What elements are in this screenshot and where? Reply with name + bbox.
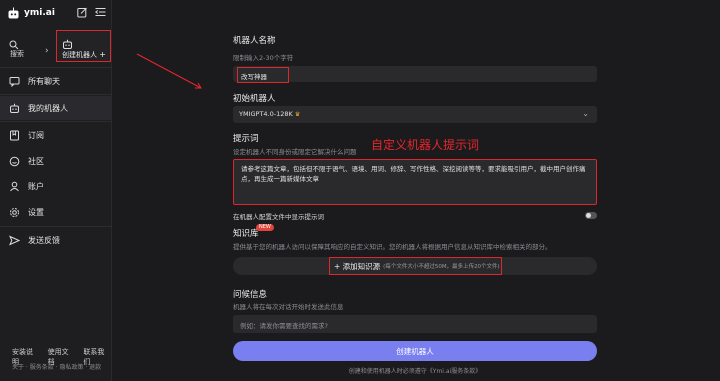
bot-name-title: 机器人名称: [233, 36, 276, 46]
add-knowledge-button[interactable]: + 添加知识源 (每个文件大小不超过50M，最多上传20个文件): [329, 257, 502, 275]
add-knowledge-label: + 添加知识源: [334, 261, 381, 271]
sidebar-item-label: 订阅: [28, 130, 44, 140]
init-bot-title: 初始机器人: [233, 94, 276, 104]
sidebar-item-all-chats[interactable]: 所有聊天: [0, 69, 112, 93]
new-chat-icon[interactable]: [75, 5, 89, 19]
greeting-placeholder: 例如：请发你需要查找的需求?: [240, 322, 328, 330]
create-bot-label: 创建机器人: [62, 51, 97, 59]
add-knowledge-sub: (每个文件大小不超过50M，最多上传20个文件): [383, 264, 500, 270]
sidebar-item-label: 社区: [28, 156, 44, 166]
divider: [0, 94, 112, 95]
sidebar-item-subscribe[interactable]: 订阅: [0, 123, 112, 147]
prompt-title: 提示词: [233, 134, 259, 144]
sidebar-item-label: 设置: [28, 207, 44, 217]
create-bot-button[interactable]: 创建机器人 +: [56, 30, 111, 62]
plus-icon: +: [99, 50, 106, 59]
gear-icon: [9, 207, 20, 218]
show-prompt-row: 在机器人配置文件中显示提示词: [233, 211, 597, 221]
search-button[interactable]: 搜索 ›: [3, 30, 53, 62]
chevron-down-icon: ⌄: [582, 109, 589, 118]
robot-logo-icon: [6, 6, 20, 20]
new-badge: NEW: [256, 224, 274, 231]
bot-name-hint: 限制输入2-30个字符: [233, 54, 294, 62]
search-label: 搜索: [10, 50, 24, 58]
main-panel: 机器人名称 限制输入2-30个字符 改写神器 初始机器人 YMIGPT4.0-1…: [113, 0, 720, 381]
divider: [0, 67, 112, 68]
show-prompt-toggle[interactable]: [585, 212, 597, 219]
bot-name-field[interactable]: 改写神器: [233, 66, 597, 83]
add-knowledge-bar[interactable]: + 添加知识源 (每个文件大小不超过50M，最多上传20个文件): [233, 257, 597, 275]
divider: [0, 226, 112, 227]
user-icon: [9, 181, 20, 192]
prompt-hint: 设定机器人不同身份或限定它解决什么问题: [233, 148, 357, 156]
sidebar: ymi.ai 搜索 › 创建机器人 + 所有聊天 我的机器人 订阅 社区 账户 …: [0, 0, 112, 381]
greeting-title: 问候信息: [233, 290, 268, 300]
sidebar-item-label: 账户: [28, 181, 44, 191]
crown-icon: ♛: [294, 111, 301, 118]
sidebar-item-feedback[interactable]: 发送反馈: [0, 228, 112, 252]
annotation-arrow: [136, 53, 202, 89]
chevron-right-icon: ›: [45, 46, 49, 56]
app-name: ymi.ai: [24, 8, 55, 18]
sidebar-item-settings[interactable]: 设置: [0, 200, 112, 224]
divider: [0, 121, 112, 122]
knowledge-hint: 提供基于您的机器人访问以保障其响应的自定义知识。您的机器人将根据用户信息从知识库…: [233, 243, 552, 251]
prompt-annotation: 自定义机器人提示词: [371, 138, 480, 152]
community-icon: [9, 156, 20, 167]
prompt-textarea[interactable]: 请参考这篇文章，包括但不限于语气、语境、用词、修辞、写作性格、深挖阅读等等，要求…: [233, 159, 597, 205]
chat-icon: [9, 76, 20, 87]
sidebar-item-label: 所有聊天: [28, 76, 60, 86]
sidebar-item-label: 发送反馈: [28, 235, 60, 245]
greeting-input[interactable]: 例如：请发你需要查找的需求?: [233, 315, 597, 333]
init-bot-select[interactable]: YMIGPT4.0-128K ♛ ⌄: [233, 106, 597, 123]
greeting-hint: 机器人将在每次对话开始时发送此信息: [233, 303, 344, 311]
sidebar-item-label: 我的机器人: [28, 103, 68, 113]
terms-note[interactable]: 创建和使用机器人时必须遵守《Ymi.ai服务条款》: [233, 366, 597, 375]
send-icon: [9, 235, 20, 246]
robot-icon: [9, 103, 20, 114]
bot-name-value: 改写神器: [237, 67, 289, 83]
collapse-menu-icon[interactable]: [93, 5, 107, 19]
sidebar-item-account[interactable]: 账户: [0, 174, 112, 198]
sidebar-item-community[interactable]: 社区: [0, 149, 112, 173]
create-bot-submit-button[interactable]: 创建机器人: [233, 341, 597, 361]
bookmark-icon: [9, 130, 20, 141]
footer-legal[interactable]: 关于 · 服务条款 · 隐私政策 · 退款: [12, 362, 101, 371]
init-bot-value: YMIGPT4.0-128K: [239, 110, 293, 118]
knowledge-title: 知识库: [233, 229, 259, 239]
show-prompt-label: 在机器人配置文件中显示提示词: [233, 213, 324, 221]
sidebar-item-my-bots[interactable]: 我的机器人: [0, 96, 112, 120]
